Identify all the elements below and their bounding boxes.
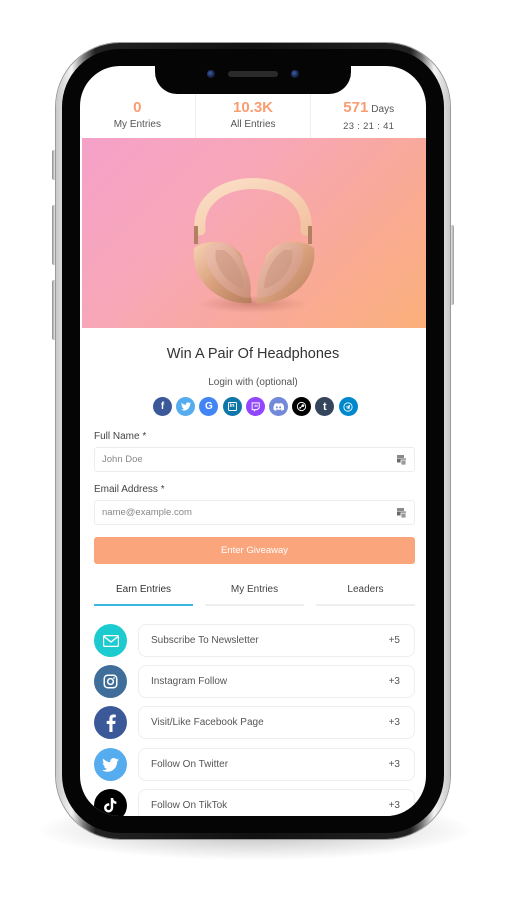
tab-leaders[interactable]: Leaders [316,584,415,606]
steam-icon [297,401,307,412]
entry-label: Follow On Twitter [151,759,229,770]
facebook-login-button[interactable]: f [153,397,172,416]
facebook-icon [106,714,116,732]
speaker-grille [228,71,278,77]
login-label: Login with (optional) [208,377,298,388]
mail-icon [102,634,119,647]
entry-label: Follow On TikTok [151,800,228,811]
entry-icon-badge [94,624,127,657]
full-name-label: Full Name * [94,431,147,442]
discord-icon [273,402,284,411]
list-item[interactable]: Follow On TikTok +3 [138,789,415,816]
entry-label: Subscribe To Newsletter [151,635,259,646]
tumblr-login-button[interactable]: t [315,397,335,416]
entry-icon-badge [94,706,127,739]
login-providers: f G in t [153,397,358,416]
stat-my-entries: 0 My Entries [80,94,196,138]
tab-my-entries[interactable]: My Entries [205,584,304,606]
all-entries-label: All Entries [230,119,276,130]
stat-all-entries: 10.3K All Entries [196,94,312,138]
full-name-field-wrapper [94,447,415,472]
entry-points: +3 [388,676,400,687]
stats-bar: 0 My Entries 10.3K All Entries 571 Days 2… [80,94,426,138]
countdown-days: 571 Days [311,100,426,118]
entry-facebook: Visit/Like Facebook Page +3 [94,706,415,739]
entry-twitter: Follow On Twitter +3 [94,748,415,781]
entry-label: Instagram Follow [151,676,228,687]
headphones-illustration [193,178,315,313]
entry-tiktok: Follow On TikTok +3 [94,789,415,816]
sensor-icon [291,70,299,78]
my-entries-label: My Entries [113,119,161,130]
email-label: Email Address * [94,484,165,495]
camera-icon [207,70,215,78]
twitter-icon [102,757,119,772]
autofill-icon[interactable] [397,455,407,465]
twitch-icon [251,401,260,412]
entries-tabs: Earn Entries My Entries Leaders [94,584,415,606]
entry-points: +5 [388,635,400,646]
email-field-wrapper [94,500,415,525]
steam-login-button[interactable] [292,397,312,416]
telegram-login-button[interactable] [338,397,358,416]
telegram-icon [343,401,353,412]
enter-giveaway-button[interactable]: Enter Giveaway [94,537,415,564]
email-input[interactable] [95,501,385,524]
entry-icon-badge [94,748,127,781]
facebook-icon: f [160,401,165,412]
hero-image [82,138,426,328]
all-entries-count: 10.3K [232,99,274,116]
entry-points: +3 [388,759,400,770]
tiktok-icon [104,798,117,813]
phone-screen: 0 My Entries 10.3K All Entries 571 Days 2… [80,66,426,816]
list-item[interactable]: Visit/Like Facebook Page +3 [138,706,415,739]
list-item[interactable]: Instagram Follow +3 [138,665,415,698]
google-icon: G [204,401,213,412]
countdown-timer: 23 : 21 : 41 [343,121,395,132]
entry-icon-badge [94,665,127,698]
instagram-icon [103,674,118,689]
discord-login-button[interactable] [268,397,288,416]
entry-newsletter: Subscribe To Newsletter +5 [94,624,415,657]
full-name-input[interactable] [95,448,385,471]
entry-icon-badge [94,789,127,816]
stat-countdown: 571 Days 23 : 21 : 41 [311,94,426,138]
entry-points: +3 [388,800,400,811]
giveaway-title: Win A Pair Of Headphones [166,346,340,362]
entry-instagram: Instagram Follow +3 [94,665,415,698]
entry-points: +3 [388,717,400,728]
twitter-icon [180,402,191,411]
google-login-button[interactable]: G [199,397,219,416]
tumblr-icon: t [322,400,327,413]
linkedin-login-button[interactable]: in [222,397,242,416]
linkedin-icon: in [227,402,237,411]
twitter-login-button[interactable] [176,397,196,416]
entry-label: Visit/Like Facebook Page [151,717,264,728]
tab-earn-entries[interactable]: Earn Entries [94,584,193,606]
list-item[interactable]: Subscribe To Newsletter +5 [138,624,415,657]
days-count: 571 [343,99,369,116]
autofill-icon[interactable] [397,508,407,518]
phone-notch [155,60,351,94]
days-unit: Days [371,104,395,115]
my-entries-count: 0 [133,99,142,116]
twitch-login-button[interactable] [245,397,265,416]
list-item[interactable]: Follow On Twitter +3 [138,748,415,781]
